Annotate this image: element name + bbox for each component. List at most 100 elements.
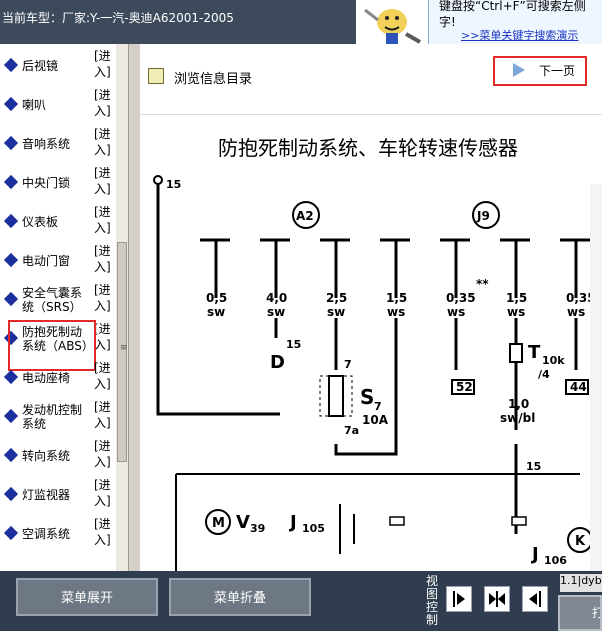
- diamond-bullet-icon: [3, 135, 19, 150]
- ref-box-label: 44: [570, 380, 587, 394]
- browse-directory-label[interactable]: 浏览信息目录: [174, 68, 252, 87]
- sidebar-item-label: 喇叭: [22, 97, 47, 112]
- sidebar-scroll-thumb[interactable]: ≡: [117, 242, 128, 462]
- sidebar-scrollbar[interactable]: ≡: [116, 44, 128, 571]
- enter-link[interactable]: [进入]: [94, 126, 112, 158]
- diamond-bullet-icon: [3, 408, 19, 423]
- arrow-left-icon: [529, 591, 541, 607]
- sidebar-item[interactable]: 防抱死制动系统（ABS） [进入]: [0, 319, 116, 371]
- enter-link[interactable]: [进入]: [94, 399, 112, 431]
- diamond-bullet-icon: [3, 57, 19, 72]
- menu-collapse-button[interactable]: 菜单折叠: [169, 578, 311, 616]
- top-bar: 当前车型：厂家:Y-一汽-奥迪A62001-2005: [0, 0, 356, 44]
- diamond-bullet-icon: [3, 486, 19, 501]
- sidebar-item-label: 安全气囊系统（SRS）: [22, 285, 83, 314]
- sidebar-item[interactable]: 安全气囊系统（SRS） [进入]: [0, 280, 116, 319]
- menu-expand-button[interactable]: 菜单展开: [16, 578, 158, 616]
- diamond-bullet-icon: [3, 252, 19, 267]
- wire-size-label: 1,0: [508, 397, 529, 411]
- sidebar-item[interactable]: 转向系统 [进入]: [0, 436, 116, 475]
- wire-color-label: ws: [507, 305, 525, 319]
- sidebar-item[interactable]: 后视镜 [进入]: [0, 46, 116, 85]
- sidebar-item[interactable]: 中央门锁 [进入]: [0, 163, 116, 202]
- connector-label: T: [528, 342, 541, 363]
- wire-color-label: sw/bl: [500, 411, 535, 425]
- mascot-icon: [364, 8, 421, 44]
- terminal-label: 7: [344, 358, 352, 371]
- sidebar-item-label: 发动机控制系统: [22, 402, 83, 431]
- next-page-label: 下一页: [539, 64, 576, 78]
- enter-link[interactable]: [进入]: [94, 204, 112, 236]
- diamond-bullet-icon: [3, 369, 19, 384]
- sidebar-item-label: 电动座椅: [22, 370, 71, 385]
- sidebar-item[interactable]: 灯监视器 [进入]: [0, 475, 116, 514]
- wire-size-label: 1,5: [506, 291, 527, 305]
- sidebar-item[interactable]: 电动门窗 [进入]: [0, 241, 116, 280]
- next-page-button[interactable]: 下一页: [493, 56, 587, 86]
- sidebar-item-label: 中央门锁: [22, 175, 71, 190]
- extra-button[interactable]: 打: [558, 595, 602, 631]
- mascot-image: [356, 0, 428, 44]
- enter-link[interactable]: [进入]: [94, 87, 112, 119]
- wire-size-label: 4,0: [266, 291, 287, 305]
- terminal-label: 15: [526, 460, 541, 473]
- view-right-button[interactable]: [446, 586, 472, 612]
- content-toolbar: 浏览信息目录 下一页: [140, 44, 602, 115]
- component-sub-label: 39: [250, 522, 265, 535]
- fuse-label: S: [360, 385, 374, 409]
- current-model-label: 当前车型：厂家:Y-一汽-奥迪A62001-2005: [2, 11, 234, 25]
- enter-link[interactable]: [进入]: [94, 321, 112, 353]
- wire-color-label: ws: [387, 305, 405, 319]
- view-split-button[interactable]: [484, 586, 510, 612]
- wire-color-label: ws: [567, 305, 585, 319]
- enter-link[interactable]: [进入]: [94, 243, 112, 275]
- component-label: J: [530, 544, 539, 565]
- enter-link[interactable]: [进入]: [94, 282, 112, 314]
- next-arrow-icon: [513, 63, 525, 77]
- enter-link[interactable]: [进入]: [94, 48, 112, 80]
- view-control-label: 视图控制: [426, 574, 439, 627]
- diamond-bullet-icon: [3, 213, 19, 228]
- help-line-1: 键盘按“Ctrl+F”可搜索左侧: [439, 0, 586, 13]
- content-scrollbar[interactable]: [590, 184, 602, 571]
- terminal-label: 15: [166, 178, 181, 191]
- component-sub-label: 106: [544, 554, 567, 567]
- wire-size-label: 0,5: [206, 291, 227, 305]
- node-label: J9: [476, 209, 490, 223]
- diamond-bullet-icon: [3, 447, 19, 462]
- component-sub-label: 105: [302, 522, 325, 535]
- sidebar-item[interactable]: 仪表板 [进入]: [0, 202, 116, 241]
- main-content: 浏览信息目录 下一页 防抱死制动系统、车轮转速传感器 M K 15 A2 J9 …: [140, 44, 602, 571]
- browse-directory-icon[interactable]: [148, 68, 164, 84]
- bottom-toolbar: 菜单展开 菜单折叠 视图控制 1.1|dybd 打: [0, 571, 602, 631]
- wire-size-label: 1,5: [386, 291, 407, 305]
- sidebar-item[interactable]: 喇叭 [进入]: [0, 85, 116, 124]
- sidebar-item[interactable]: 电动座椅 [进入]: [0, 358, 116, 397]
- wire-size-label: 2,5: [326, 291, 347, 305]
- fuse-sub-label: 7: [374, 400, 382, 413]
- sidebar-item[interactable]: 发动机控制系统 [进入]: [0, 397, 116, 436]
- wire-color-label: sw: [267, 305, 285, 319]
- view-left-button[interactable]: [522, 586, 548, 612]
- enter-link[interactable]: [进入]: [94, 165, 112, 197]
- enter-link[interactable]: [进入]: [94, 438, 112, 470]
- enter-link[interactable]: [进入]: [94, 516, 112, 548]
- search-demo-link[interactable]: >>菜单关键字搜索演示: [461, 27, 578, 43]
- sidebar-item-label: 仪表板: [22, 214, 59, 229]
- connector-pin-label: /4: [538, 368, 550, 381]
- component-label: J: [288, 512, 297, 533]
- terminal-label: 7a: [344, 424, 359, 437]
- sidebar-item[interactable]: 空调系统 [进入]: [0, 514, 116, 553]
- enter-link[interactable]: [进入]: [94, 477, 112, 509]
- component-label: V: [236, 512, 250, 533]
- wire-color-label: ws: [447, 305, 465, 319]
- component-label: D: [270, 352, 285, 373]
- diagram-labels-svg: 15A2 J90,5sw4,0sw2,5sw1,5ws0,35ws1,5ws0,3…: [166, 178, 596, 567]
- wiring-diagram: 防抱死制动系统、车轮转速传感器 M K 15 A2 J9 0,5 sw 4,0 …: [140, 114, 602, 571]
- sidebar-item[interactable]: 音响系统 [进入]: [0, 124, 116, 163]
- diamond-bullet-icon: [3, 96, 19, 111]
- sidebar-item-label: 灯监视器: [22, 487, 71, 502]
- wire-color-label: sw: [207, 305, 225, 319]
- scroll-grip-icon: ≡: [120, 343, 128, 353]
- enter-link[interactable]: [进入]: [94, 360, 112, 392]
